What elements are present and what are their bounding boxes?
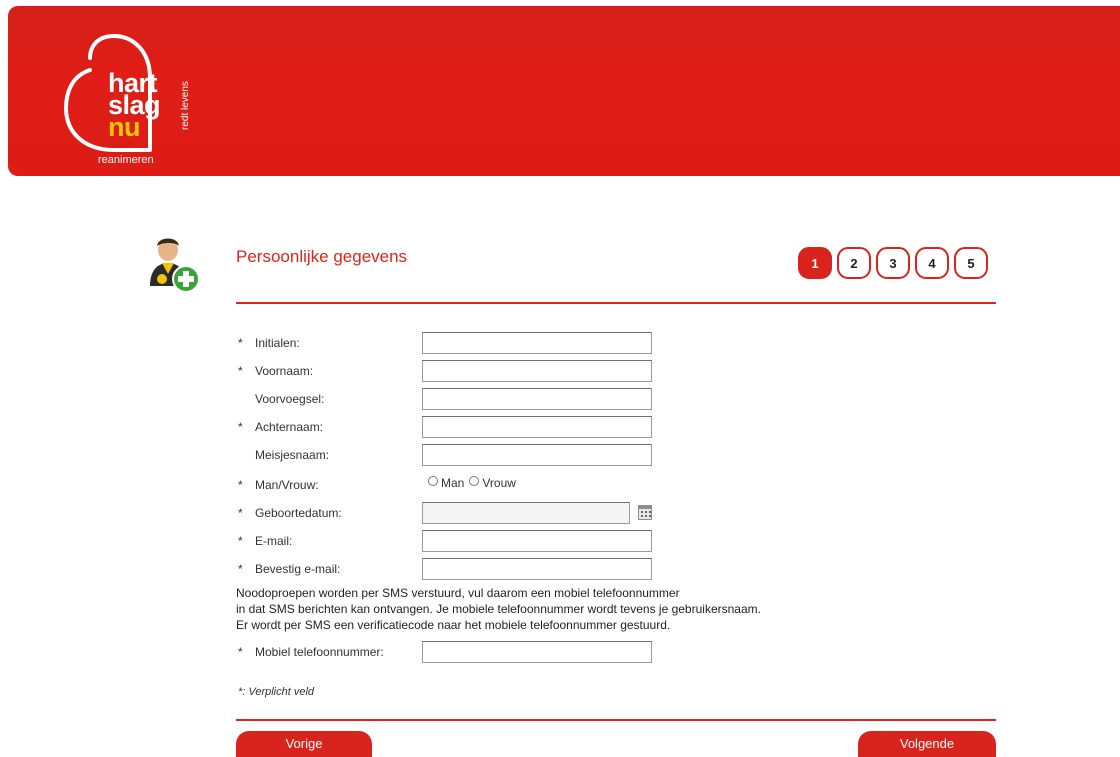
mobile-input[interactable] — [422, 641, 652, 663]
required-marker: * — [238, 336, 243, 350]
calendar-icon[interactable] — [638, 505, 652, 520]
site-header: hart slag nu reanimeren redt levens — [8, 6, 1120, 176]
voornaam-input[interactable] — [422, 360, 652, 382]
logo-word-nu: nu — [108, 112, 141, 142]
achternaam-input[interactable] — [422, 416, 652, 438]
geboortedatum-input[interactable] — [422, 502, 630, 524]
form-row-mobile: * Mobiel telefoonnummer: — [238, 641, 678, 663]
gender-radio-group: Man Vrouw — [428, 475, 516, 490]
radio-vrouw[interactable] — [469, 475, 480, 486]
required-field-note: *: Verplicht veld — [238, 686, 315, 698]
step-4[interactable]: 4 — [915, 247, 949, 279]
required-marker: * — [238, 534, 243, 548]
radio-man[interactable] — [428, 475, 438, 486]
required-marker: * — [238, 364, 243, 378]
top-divider — [236, 302, 996, 304]
initialen-input[interactable] — [422, 332, 652, 354]
initialen-label: Initialen: — [255, 336, 300, 350]
required-marker: * — [238, 562, 243, 576]
required-marker: * — [238, 478, 243, 492]
next-button[interactable]: Volgende — [858, 731, 996, 757]
meisjesnaam-input[interactable] — [422, 444, 652, 466]
step-3[interactable]: 3 — [876, 247, 910, 279]
form-row-gender: * Man/Vrouw: Man Vrouw — [238, 474, 678, 496]
form-row-geboortedatum: * Geboortedatum: — [238, 502, 678, 524]
section-title: Persoonlijke gegevens — [236, 247, 408, 266]
form-row-meisjesnaam: Meisjesnaam: — [238, 444, 678, 466]
voornaam-label: Voornaam: — [255, 364, 314, 378]
hartslagnu-logo[interactable]: hart slag nu reanimeren redt levens — [62, 28, 222, 168]
radio-man-label[interactable]: Man — [441, 476, 464, 490]
required-marker: * — [238, 645, 243, 659]
gender-label: Man/Vrouw: — [255, 478, 319, 492]
sms-note-line-3: Er wordt per SMS een verificatiecode naa… — [236, 618, 671, 632]
form-row-initialen: * Initialen: — [238, 332, 678, 354]
required-marker: * — [238, 506, 243, 520]
form-row-email-confirm: * Bevestig e-mail: — [238, 558, 678, 580]
required-marker: * — [238, 420, 243, 434]
voorvoegsel-input[interactable] — [422, 388, 652, 410]
email-confirm-input[interactable] — [422, 558, 652, 580]
form-row-achternaam: * Achternaam: — [238, 416, 678, 438]
email-input[interactable] — [422, 530, 652, 552]
email-confirm-label: Bevestig e-mail: — [255, 562, 341, 576]
logo-subtitle: reanimeren — [98, 154, 154, 166]
previous-button[interactable]: Vorige — [236, 731, 372, 757]
form-row-email: * E-mail: — [238, 530, 678, 552]
email-label: E-mail: — [255, 534, 293, 548]
sms-note-line-2: in dat SMS berichten kan ontvangen. Je m… — [236, 602, 761, 616]
achternaam-label: Achternaam: — [255, 420, 324, 434]
meisjesnaam-label: Meisjesnaam: — [255, 448, 330, 462]
user-add-icon — [144, 232, 210, 298]
step-indicator: 1 2 3 4 5 — [798, 247, 988, 279]
geboortedatum-label: Geboortedatum: — [255, 506, 342, 520]
step-2[interactable]: 2 — [837, 247, 871, 279]
sms-note-line-1: Noodoproepen worden per SMS verstuurd, v… — [236, 586, 680, 600]
mobile-label: Mobiel telefoonnummer: — [255, 645, 384, 659]
bottom-divider — [236, 719, 996, 721]
logo-vertical-text: redt levens — [180, 81, 191, 130]
step-1[interactable]: 1 — [798, 247, 832, 279]
form-row-voornaam: * Voornaam: — [238, 360, 678, 382]
radio-vrouw-label[interactable]: Vrouw — [482, 476, 516, 490]
voorvoegsel-label: Voorvoegsel: — [255, 392, 325, 406]
sms-note: Noodoproepen worden per SMS verstuurd, v… — [236, 585, 761, 633]
step-5[interactable]: 5 — [954, 247, 988, 279]
form-row-voorvoegsel: Voorvoegsel: — [238, 388, 678, 410]
